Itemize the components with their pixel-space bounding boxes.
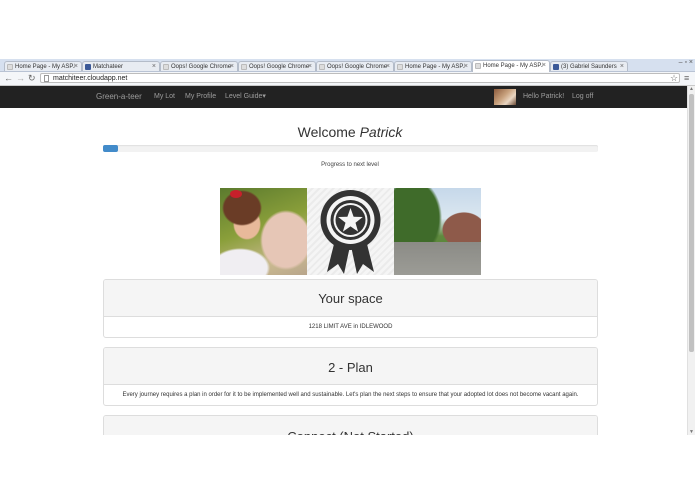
- nav-level-guide[interactable]: Level Guide▾: [225, 86, 266, 108]
- panel-title: 2 - Plan: [104, 348, 597, 385]
- user-name: Patrick: [359, 124, 403, 140]
- greeting-link[interactable]: Hello Patrick!: [523, 86, 564, 108]
- tab-close-icon[interactable]: ×: [152, 62, 156, 71]
- progress-fill: [103, 145, 118, 152]
- page-favicon-icon: [241, 64, 247, 70]
- tab-close-icon[interactable]: ×: [620, 62, 624, 71]
- photo-child-with-father: [220, 188, 307, 275]
- browser-tab[interactable]: Home Page - My ASP.N ×: [4, 61, 82, 71]
- window-controls[interactable]: – ▫ ×: [679, 59, 693, 66]
- level-progress-bar: [103, 145, 598, 152]
- logoff-link[interactable]: Log off: [572, 86, 593, 108]
- bookmark-star-icon[interactable]: ☆: [670, 72, 678, 85]
- panel-body: 1218 LIMIT AVE in IDLEWOOD: [308, 324, 393, 330]
- browser-tab[interactable]: Matchateer ×: [82, 61, 160, 71]
- tab-close-icon[interactable]: ×: [386, 62, 390, 71]
- browser-tab[interactable]: (3) Gabriel Saunders ×: [550, 61, 628, 71]
- avatar[interactable]: [494, 89, 516, 105]
- reload-icon[interactable]: ↻: [28, 72, 36, 85]
- award-ribbon-star-icon: [307, 188, 394, 275]
- browser-tab-active[interactable]: Home Page - My ASP.N ×: [472, 60, 550, 72]
- browser-tab[interactable]: Oops! Google Chrome c ×: [160, 61, 238, 71]
- tab-close-icon[interactable]: ×: [308, 62, 312, 71]
- chrome-menu-icon[interactable]: ≡: [684, 72, 689, 85]
- caret-down-icon: ▾: [262, 93, 266, 100]
- scroll-thumb[interactable]: [689, 94, 694, 352]
- browser-tab[interactable]: Home Page - My ASP.N ×: [394, 61, 472, 71]
- panel-title: Your space: [104, 280, 597, 317]
- back-icon[interactable]: ←: [4, 72, 13, 85]
- panel-connect[interactable]: Connect (Not Started): [103, 415, 598, 435]
- scroll-up-icon[interactable]: ▲: [689, 86, 694, 92]
- brand-link[interactable]: Green-a-teer: [96, 86, 142, 108]
- panel-plan[interactable]: 2 - Plan Every journey requires a plan i…: [103, 347, 598, 406]
- nav-my-profile[interactable]: My Profile: [185, 86, 216, 108]
- facebook-favicon-icon: [553, 64, 559, 70]
- panel-title: Connect (Not Started): [104, 416, 597, 435]
- panel-your-space: Your space 1218 LIMIT AVE in IDLEWOOD: [103, 279, 598, 338]
- photo-street-lot: [394, 188, 481, 275]
- panel-body: Every journey requires a plan in order f…: [122, 392, 579, 398]
- page-icon: [44, 75, 49, 82]
- page-title: Welcome Patrick: [297, 124, 403, 140]
- browser-tab[interactable]: Oops! Google Chrome c ×: [316, 61, 394, 71]
- browser-tab[interactable]: Oops! Google Chrome c ×: [238, 61, 316, 71]
- forward-icon[interactable]: →: [16, 72, 25, 85]
- scroll-down-icon[interactable]: ▼: [689, 429, 694, 435]
- nav-my-lot[interactable]: My Lot: [154, 86, 175, 108]
- tab-close-icon[interactable]: ×: [542, 61, 546, 71]
- page-favicon-icon: [397, 64, 403, 70]
- page-favicon-icon: [163, 64, 169, 70]
- page-favicon-icon: [475, 63, 481, 69]
- page-favicon-icon: [7, 64, 13, 70]
- tab-close-icon[interactable]: ×: [74, 62, 78, 71]
- address-url: matchiteer.cloudapp.net: [53, 75, 128, 82]
- tab-close-icon[interactable]: ×: [464, 62, 468, 71]
- address-bar[interactable]: matchiteer.cloudapp.net: [40, 73, 680, 83]
- tab-close-icon[interactable]: ×: [230, 62, 234, 71]
- facebook-favicon-icon: [85, 64, 91, 70]
- progress-label: Progress to next level: [321, 162, 379, 168]
- page-favicon-icon: [319, 64, 325, 70]
- page-scrollbar[interactable]: ▲ ▼: [687, 86, 695, 435]
